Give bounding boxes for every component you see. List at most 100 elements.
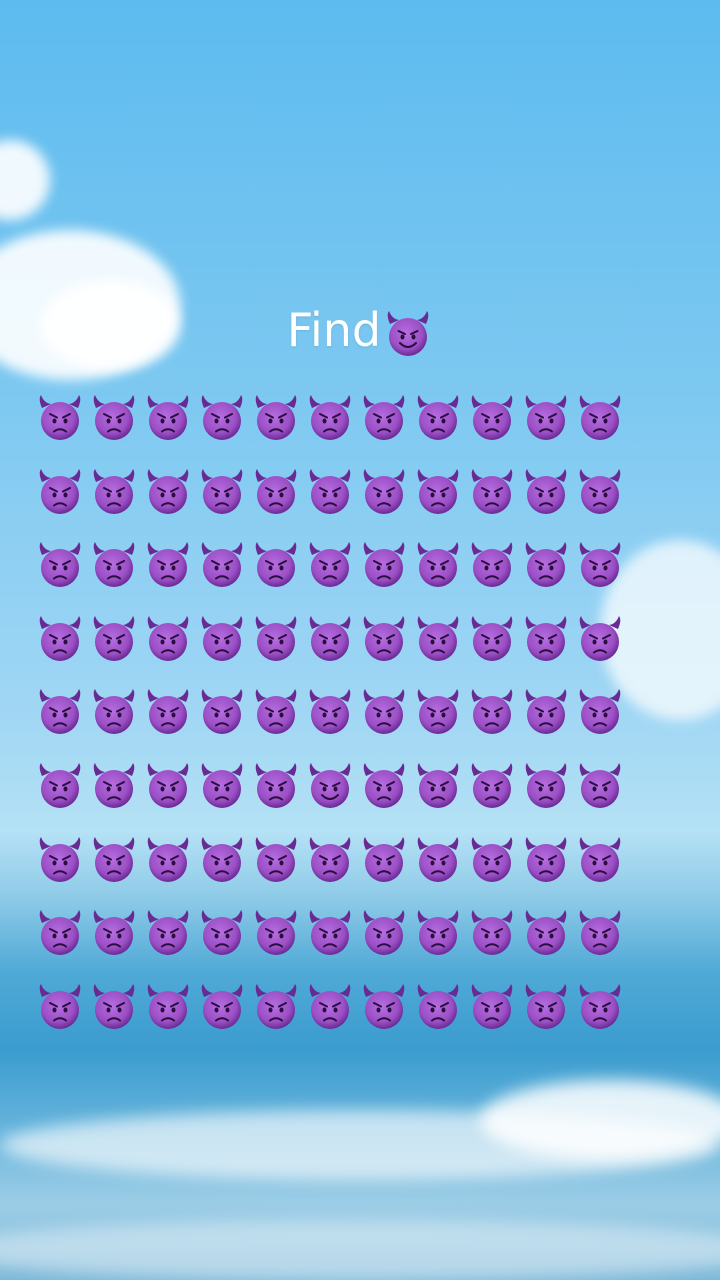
angry-devil-icon[interactable]: [465, 391, 519, 445]
angry-devil-icon[interactable]: [33, 612, 87, 666]
angry-devil-icon[interactable]: [573, 391, 627, 445]
angry-devil-icon[interactable]: [465, 980, 519, 1034]
angry-devil-icon[interactable]: [519, 833, 573, 887]
angry-devil-icon[interactable]: [249, 906, 303, 960]
angry-devil-icon[interactable]: [87, 906, 141, 960]
angry-devil-icon[interactable]: [195, 833, 249, 887]
angry-devil-icon[interactable]: [249, 833, 303, 887]
angry-devil-icon[interactable]: [357, 980, 411, 1034]
angry-devil-icon[interactable]: [573, 538, 627, 592]
angry-devil-icon[interactable]: [249, 685, 303, 739]
angry-devil-icon[interactable]: [465, 465, 519, 519]
angry-devil-icon[interactable]: [465, 685, 519, 739]
angry-devil-icon[interactable]: [195, 980, 249, 1034]
angry-devil-icon[interactable]: [357, 391, 411, 445]
angry-devil-icon[interactable]: [33, 906, 87, 960]
title-text: Find: [286, 303, 382, 357]
angry-devil-icon[interactable]: [357, 538, 411, 592]
angry-devil-icon[interactable]: [195, 391, 249, 445]
angry-devil-icon[interactable]: [357, 906, 411, 960]
angry-devil-icon[interactable]: [87, 391, 141, 445]
angry-devil-icon[interactable]: [573, 980, 627, 1034]
angry-devil-icon[interactable]: [33, 465, 87, 519]
angry-devil-icon[interactable]: [33, 685, 87, 739]
angry-devil-icon[interactable]: [87, 538, 141, 592]
angry-devil-icon[interactable]: [249, 538, 303, 592]
angry-devil-icon[interactable]: [357, 833, 411, 887]
angry-devil-icon[interactable]: [519, 685, 573, 739]
angry-devil-icon[interactable]: [87, 612, 141, 666]
angry-devil-icon[interactable]: [465, 759, 519, 813]
smiling-devil-icon[interactable]: [303, 759, 357, 813]
angry-devil-icon[interactable]: [87, 833, 141, 887]
angry-devil-icon[interactable]: [33, 391, 87, 445]
angry-devil-icon[interactable]: [141, 980, 195, 1034]
angry-devil-icon[interactable]: [87, 980, 141, 1034]
angry-devil-icon[interactable]: [303, 833, 357, 887]
angry-devil-icon[interactable]: [303, 391, 357, 445]
angry-devil-icon[interactable]: [33, 759, 87, 813]
angry-devil-icon[interactable]: [33, 538, 87, 592]
angry-devil-icon[interactable]: [87, 685, 141, 739]
angry-devil-icon[interactable]: [249, 465, 303, 519]
angry-devil-icon[interactable]: [573, 906, 627, 960]
angry-devil-icon[interactable]: [195, 538, 249, 592]
angry-devil-icon[interactable]: [303, 465, 357, 519]
angry-devil-icon[interactable]: [249, 391, 303, 445]
angry-devil-icon[interactable]: [303, 612, 357, 666]
angry-devil-icon[interactable]: [411, 906, 465, 960]
angry-devil-icon[interactable]: [195, 759, 249, 813]
angry-devil-icon[interactable]: [141, 906, 195, 960]
angry-devil-icon[interactable]: [141, 612, 195, 666]
angry-devil-icon[interactable]: [195, 906, 249, 960]
angry-devil-icon[interactable]: [195, 612, 249, 666]
angry-devil-icon[interactable]: [465, 906, 519, 960]
angry-devil-icon[interactable]: [195, 465, 249, 519]
angry-devil-icon[interactable]: [33, 980, 87, 1034]
angry-devil-icon[interactable]: [141, 465, 195, 519]
angry-devil-icon[interactable]: [87, 465, 141, 519]
angry-devil-icon[interactable]: [87, 759, 141, 813]
angry-devil-icon[interactable]: [303, 538, 357, 592]
angry-devil-icon[interactable]: [141, 685, 195, 739]
angry-devil-icon[interactable]: [519, 391, 573, 445]
angry-devil-icon[interactable]: [465, 612, 519, 666]
angry-devil-icon[interactable]: [519, 906, 573, 960]
angry-devil-icon[interactable]: [411, 465, 465, 519]
angry-devil-icon[interactable]: [465, 538, 519, 592]
angry-devil-icon[interactable]: [357, 759, 411, 813]
angry-devil-icon[interactable]: [249, 980, 303, 1034]
angry-devil-icon[interactable]: [519, 612, 573, 666]
angry-devil-icon[interactable]: [411, 612, 465, 666]
angry-devil-icon[interactable]: [141, 759, 195, 813]
angry-devil-icon[interactable]: [519, 538, 573, 592]
angry-devil-icon[interactable]: [411, 833, 465, 887]
angry-devil-icon[interactable]: [411, 538, 465, 592]
angry-devil-icon[interactable]: [573, 759, 627, 813]
angry-devil-icon[interactable]: [411, 759, 465, 813]
angry-devil-icon[interactable]: [357, 685, 411, 739]
angry-devil-icon[interactable]: [141, 538, 195, 592]
angry-devil-icon[interactable]: [519, 980, 573, 1034]
angry-devil-icon[interactable]: [303, 685, 357, 739]
angry-devil-icon[interactable]: [519, 465, 573, 519]
angry-devil-icon[interactable]: [573, 612, 627, 666]
angry-devil-icon[interactable]: [357, 465, 411, 519]
angry-devil-icon[interactable]: [411, 685, 465, 739]
angry-devil-icon[interactable]: [303, 906, 357, 960]
angry-devil-icon[interactable]: [573, 465, 627, 519]
angry-devil-icon[interactable]: [33, 833, 87, 887]
angry-devil-icon[interactable]: [411, 391, 465, 445]
angry-devil-icon[interactable]: [573, 685, 627, 739]
angry-devil-icon[interactable]: [141, 833, 195, 887]
angry-devil-icon[interactable]: [573, 833, 627, 887]
angry-devil-icon[interactable]: [195, 685, 249, 739]
angry-devil-icon[interactable]: [141, 391, 195, 445]
angry-devil-icon[interactable]: [411, 980, 465, 1034]
angry-devil-icon[interactable]: [249, 759, 303, 813]
angry-devil-icon[interactable]: [519, 759, 573, 813]
angry-devil-icon[interactable]: [303, 980, 357, 1034]
angry-devil-icon[interactable]: [249, 612, 303, 666]
angry-devil-icon[interactable]: [357, 612, 411, 666]
angry-devil-icon[interactable]: [465, 833, 519, 887]
